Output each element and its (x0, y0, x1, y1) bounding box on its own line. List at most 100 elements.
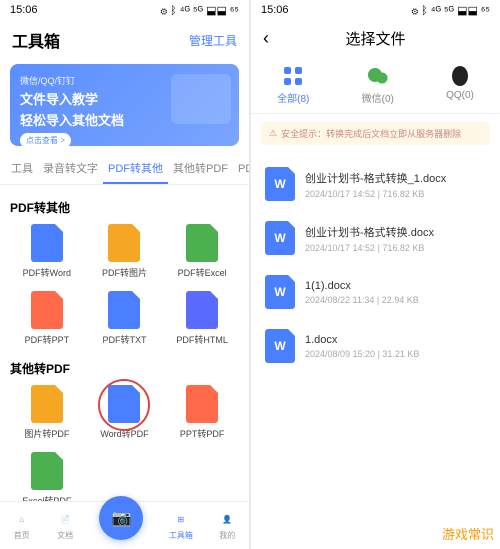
tool-label: Excel转PDF (22, 494, 71, 501)
file-name: 1(1).docx (305, 280, 486, 292)
source-tabs: 全部(8) 微信(0) QQ(0) (251, 57, 500, 114)
section-title-2: 其他转PDF (10, 360, 239, 377)
nav-icon: ⊞ (172, 511, 190, 529)
file-info: 2024/08/22 11:34 | 22.94 KB (305, 295, 486, 305)
nav-label: 首页 (14, 530, 30, 541)
file-meta: 创业计划书-格式转换_1.docx 2024/10/17 14:52 | 716.… (305, 170, 486, 199)
tool-tabs: 工具录音转文字PDF转其他其他转PDFPDF处 (0, 154, 249, 185)
tool-label: PDF转Word (23, 266, 71, 279)
back-icon[interactable]: ‹ (263, 28, 269, 49)
source-tab[interactable]: 微信(0) (362, 65, 394, 105)
file-icon (31, 291, 63, 329)
tool-label: Word转PDF (100, 427, 148, 440)
nav-label: 工具箱 (169, 530, 193, 541)
tab-0[interactable]: 工具 (6, 154, 38, 184)
tool-item[interactable]: Excel转PDF (10, 452, 84, 501)
status-bar: 15:06 ⚙ ᛒ ⁴ᴳ ⁵ᴳ ⬓⬓ ⁶⁵ (251, 0, 500, 20)
file-meta: 1.docx2024/08/09 15:20 | 31.21 KB (305, 334, 486, 359)
file-icon (31, 224, 63, 262)
other-to-pdf-grid: 图片转PDF Word转PDF PPT转PDF Excel转PDF (10, 385, 239, 501)
tool-item[interactable]: PDF转图片 (88, 224, 162, 279)
nav-label: 我的 (219, 530, 235, 541)
status-bar: 15:06 ⚙ ᛒ ⁴ᴳ ⁵ᴳ ⬓⬓ ⁶⁵ (0, 0, 249, 20)
tool-label: 图片转PDF (24, 427, 69, 440)
file-info: 2024/10/17 14:52 | 716.82 KB (305, 243, 486, 253)
status-time: 15:06 (261, 4, 289, 16)
tool-label: PDF转图片 (102, 266, 147, 279)
file-row[interactable]: W创业计划书-格式转换.docx2024/10/17 14:52 | 716.8… (251, 211, 500, 265)
tool-label: PDF转PPT (25, 333, 70, 346)
manage-tools-link[interactable]: 管理工具 (189, 32, 237, 49)
file-icon (31, 385, 63, 423)
content-scroll[interactable]: PDF转其他 PDF转WordPDF转图片PDF转ExcelPDF转PPTPDF… (0, 185, 249, 501)
file-info: 2024/08/09 15:20 | 31.21 KB (305, 349, 486, 359)
status-icons: ⚙ ᛒ ⁴ᴳ ⁵ᴳ ⬓⬓ ⁶⁵ (160, 4, 239, 17)
file-name: 创业计划书-格式转换_1.docx (305, 170, 486, 186)
tab-2[interactable]: PDF转其他 (103, 154, 168, 184)
file-icon (108, 291, 140, 329)
file-icon (186, 385, 218, 423)
banner-cta[interactable]: 点击查看 > (20, 133, 71, 148)
warning-text: 安全提示：转换完成后文档立即从服务器删除 (281, 127, 461, 140)
nav-label: 文档 (57, 530, 73, 541)
nav-item[interactable]: 📄文档 (56, 511, 74, 541)
file-icon (108, 224, 140, 262)
watermark: 游戏常识 (442, 524, 494, 543)
tab-1[interactable]: 录音转文字 (38, 154, 103, 184)
tool-item[interactable]: PDF转HTML (165, 291, 239, 346)
tool-label: PDF转HTML (176, 333, 228, 346)
file-meta: 创业计划书-格式转换.docx 2024/10/17 14:52 | 716.82… (305, 224, 486, 253)
docx-icon: W (265, 329, 295, 363)
nav-item[interactable]: 👤我的 (218, 511, 236, 541)
wechat-icon (367, 65, 389, 87)
nav-item[interactable]: ⌂首页 (13, 511, 31, 541)
header: ‹ 选择文件 (251, 20, 500, 57)
qq-icon (449, 65, 471, 87)
status-time: 15:06 (10, 4, 38, 16)
grid-icon (282, 65, 304, 87)
section-title-1: PDF转其他 (10, 199, 239, 216)
status-icons: ⚙ ᛒ ⁴ᴳ ⁵ᴳ ⬓⬓ ⁶⁵ (411, 4, 490, 17)
camera-button[interactable]: 📷 (99, 496, 143, 540)
tool-item[interactable]: PDF转TXT (88, 291, 162, 346)
tab-3[interactable]: 其他转PDF (168, 154, 233, 184)
right-screen: 15:06 ⚙ ᛒ ⁴ᴳ ⁵ᴳ ⬓⬓ ⁶⁵ ‹ 选择文件 全部(8) 微信(0) Q… (251, 0, 500, 549)
tool-item[interactable]: PPT转PDF (165, 385, 239, 440)
tool-label: PDF转Excel (178, 266, 227, 279)
promo-banner[interactable]: 微信/QQ/钉钉 文件导入教学 轻松导入其他文档 点击查看 > (10, 64, 239, 146)
security-warning: ⚠ 安全提示：转换完成后文档立即从服务器删除 (261, 122, 490, 145)
banner-illustration (171, 74, 231, 124)
page-title: 选择文件 (345, 28, 405, 49)
page-title: 工具箱 (12, 28, 189, 52)
file-icon (108, 385, 140, 423)
file-meta: 1(1).docx 2024/08/22 11:34 | 22.94 KB (305, 280, 486, 305)
docx-icon: W (265, 167, 295, 201)
tool-label: PPT转PDF (180, 427, 225, 440)
nav-item[interactable]: ⊞工具箱 (169, 511, 193, 541)
file-row[interactable]: W 1.docx2024/08/09 15:20 | 31.21 KB (251, 319, 500, 373)
nav-icon: ⌂ (13, 511, 31, 529)
nav-icon: 👤 (218, 511, 236, 529)
bottom-nav: ⌂首页📄文档📷⊞工具箱👤我的 (0, 501, 249, 549)
tool-item[interactable]: Word转PDF (88, 385, 162, 440)
warning-icon: ⚠ (269, 128, 277, 139)
tool-item[interactable]: PDF转PPT (10, 291, 84, 346)
left-screen: 15:06 ⚙ ᛒ ⁴ᴳ ⁵ᴳ ⬓⬓ ⁶⁵ 工具箱 管理工具 微信/QQ/钉钉 … (0, 0, 249, 549)
source-tab[interactable]: 全部(8) (277, 65, 309, 105)
source-tab[interactable]: QQ(0) (446, 65, 474, 105)
file-list[interactable]: W 创业计划书-格式转换_1.docx 2024/10/17 14:52 | 716… (251, 153, 500, 549)
tab-4[interactable]: PDF处 (233, 154, 249, 184)
tool-item[interactable]: PDF转Excel (165, 224, 239, 279)
file-info: 2024/10/17 14:52 | 716.82 KB (305, 189, 486, 199)
docx-icon: W (265, 275, 295, 309)
file-row[interactable]: W 1(1).docx 2024/08/22 11:34 | 22.94 KB (251, 265, 500, 319)
file-icon (186, 291, 218, 329)
file-row[interactable]: W 创业计划书-格式转换_1.docx 2024/10/17 14:52 | 716… (251, 157, 500, 211)
file-name: 创业计划书-格式转换.docx (305, 224, 486, 240)
tool-item[interactable]: PDF转Word (10, 224, 84, 279)
source-tab-label: 微信(0) (362, 90, 394, 105)
tool-item[interactable]: 图片转PDF (10, 385, 84, 440)
file-icon (186, 224, 218, 262)
pdf-to-other-grid: PDF转Word PDF转图片 PDF转Excel PDF转PPT PDF转TXT PDF… (10, 224, 239, 346)
header: 工具箱 管理工具 (0, 20, 249, 60)
